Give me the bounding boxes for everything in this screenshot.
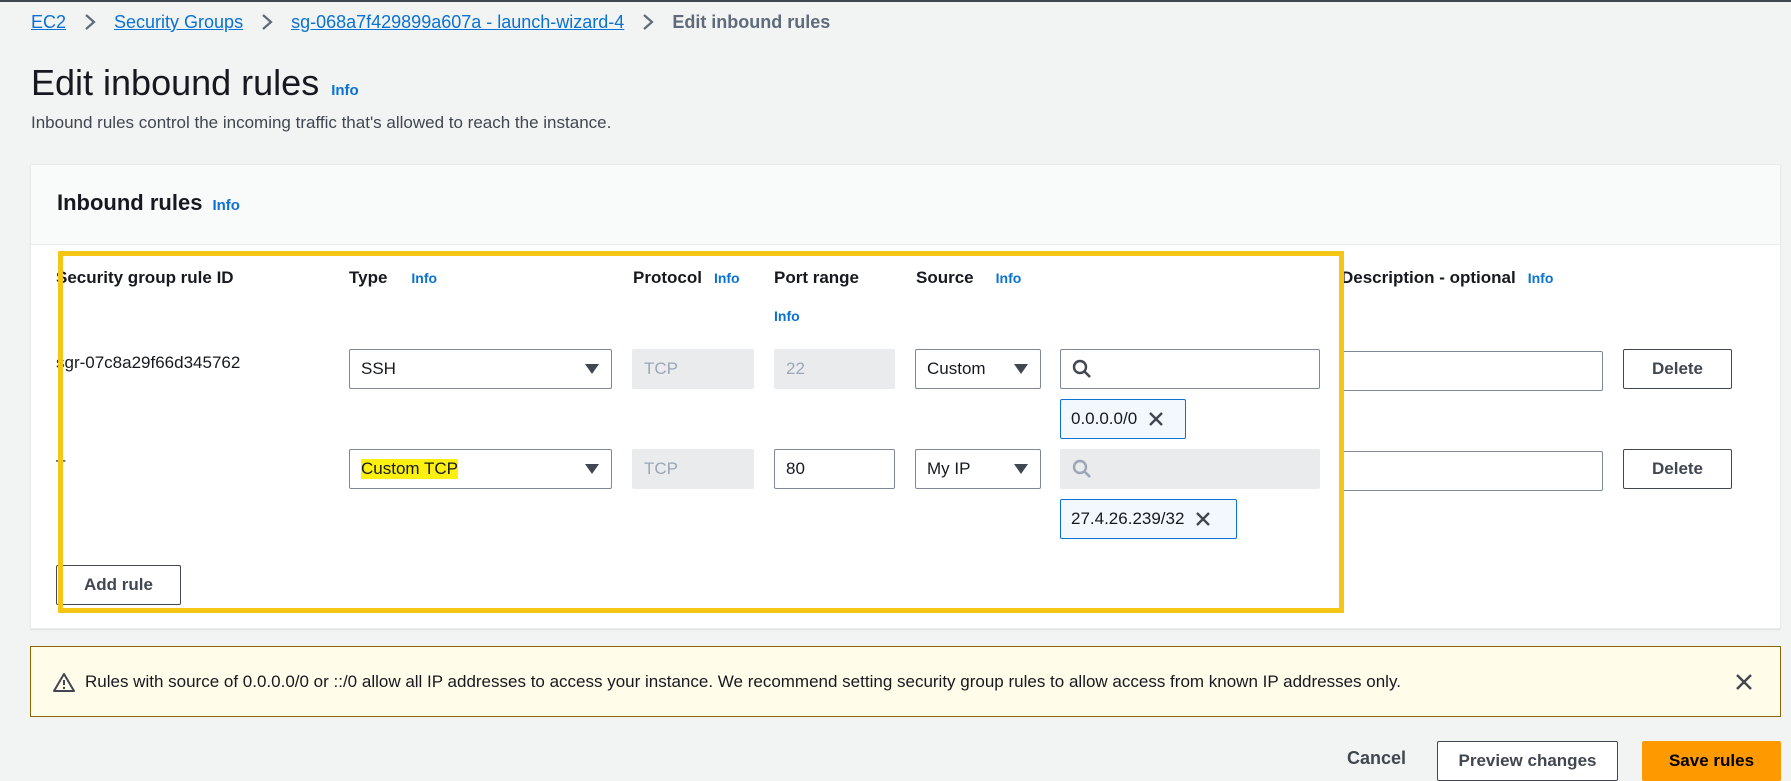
panel-info-link[interactable]: Info (212, 197, 240, 214)
cancel-button[interactable]: Cancel (1347, 748, 1406, 769)
col-header-description: Description - optional Info (1341, 268, 1553, 288)
page-title-text: Edit inbound rules (31, 62, 320, 103)
save-rules-button[interactable]: Save rules (1642, 741, 1781, 781)
description-input[interactable] (1340, 451, 1603, 491)
breadcrumb-current: Edit inbound rules (672, 11, 831, 32)
delete-button[interactable]: Delete (1623, 449, 1732, 489)
breadcrumb: EC2 Security Groups sg-068a7f429899a607a… (31, 10, 830, 34)
top-border (0, 0, 1791, 2)
breadcrumb-security-group[interactable]: sg-068a7f429899a607a - launch-wizard-4 (291, 12, 624, 33)
chevron-right-icon (78, 10, 102, 34)
col-header-description-label: Description - optional (1341, 268, 1516, 287)
chevron-right-icon (255, 10, 279, 34)
page-info-link[interactable]: Info (331, 82, 359, 99)
page-title: Edit inbound rules Info (31, 62, 359, 104)
close-icon[interactable] (1734, 672, 1754, 692)
page-description: Inbound rules control the incoming traff… (31, 113, 612, 132)
description-info-link[interactable]: Info (1528, 270, 1554, 286)
panel-title-text: Inbound rules (57, 190, 203, 215)
breadcrumb-ec2[interactable]: EC2 (31, 12, 66, 33)
warning-text: Rules with source of 0.0.0.0/0 or ::/0 a… (85, 671, 1401, 691)
panel-header: Inbound rules Info (31, 165, 1780, 245)
preview-changes-button[interactable]: Preview changes (1437, 741, 1618, 781)
warning-alert: Rules with source of 0.0.0.0/0 or ::/0 a… (30, 646, 1781, 717)
description-input[interactable] (1340, 351, 1603, 391)
chevron-right-icon (636, 10, 660, 34)
breadcrumb-security-groups[interactable]: Security Groups (114, 12, 243, 33)
delete-button[interactable]: Delete (1623, 349, 1732, 389)
annotation-highlight-box (58, 251, 1344, 613)
panel-title: Inbound rules Info (57, 190, 240, 216)
warning-icon (53, 672, 75, 692)
